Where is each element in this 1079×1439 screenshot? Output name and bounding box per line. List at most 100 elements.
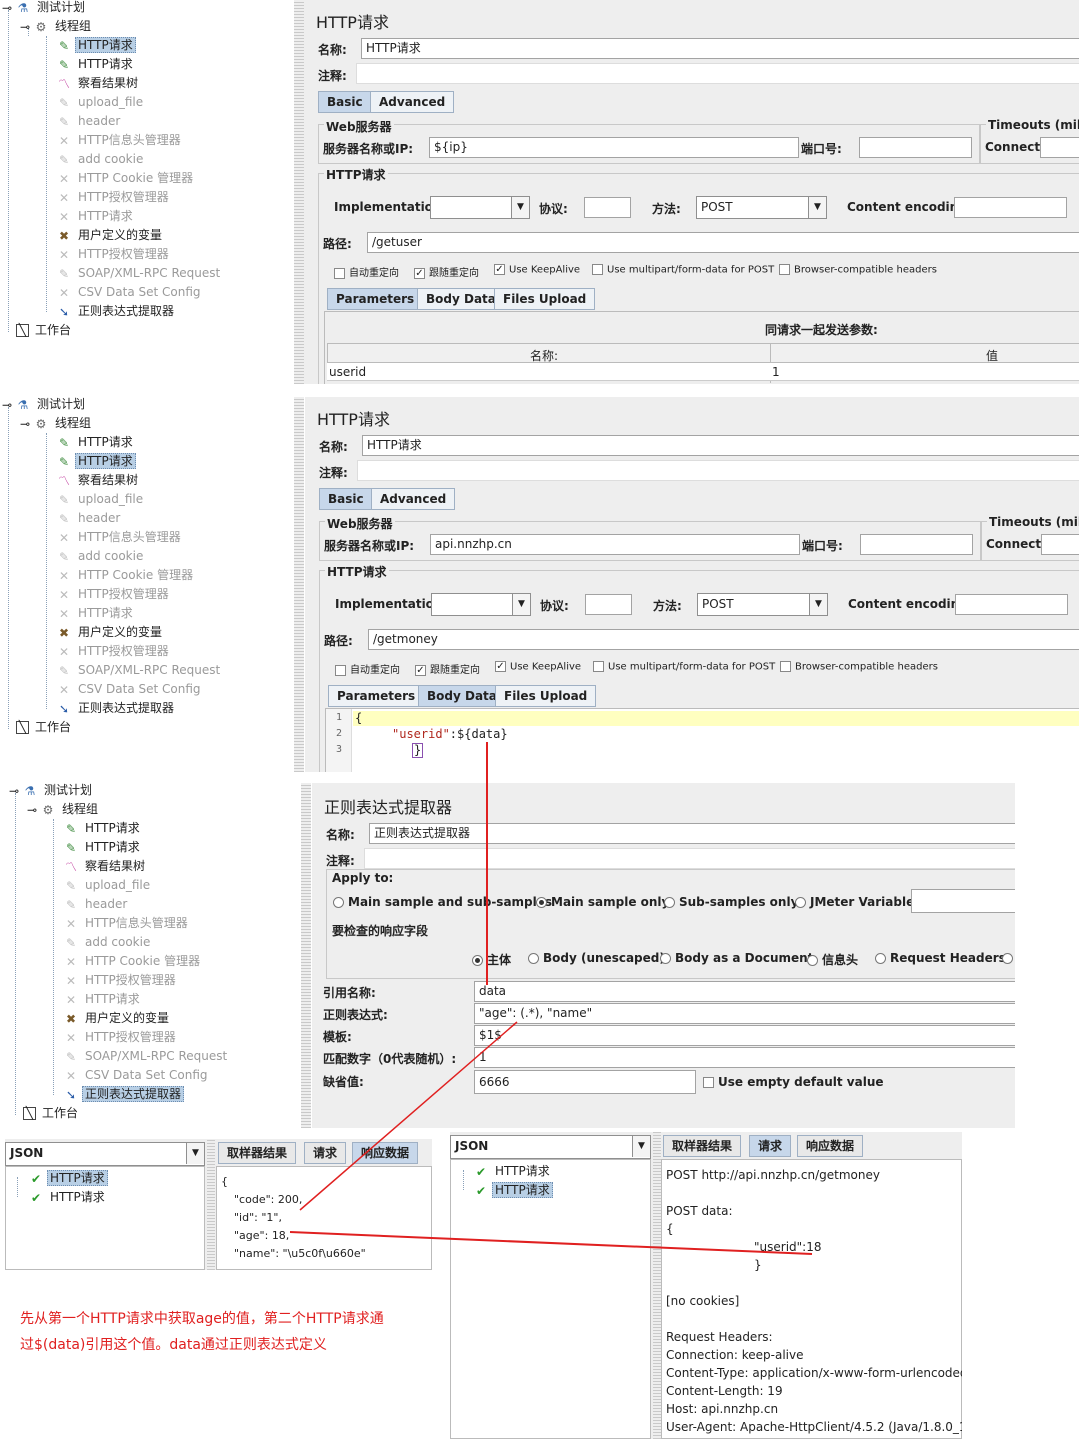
method-select[interactable]: POST ▼ bbox=[696, 196, 827, 219]
tree-node-auth-manager[interactable]: ✕ HTTP授权管理器 bbox=[56, 245, 172, 264]
tab-files-upload[interactable]: Files Upload bbox=[495, 685, 597, 707]
regex-field[interactable]: "age": (.*), "name" bbox=[474, 1003, 1015, 1024]
server-field[interactable]: ${ip} bbox=[429, 137, 799, 158]
tree-node-workbench[interactable]: ╲ 工作台 bbox=[16, 718, 74, 737]
protocol-field[interactable] bbox=[584, 197, 631, 218]
encoding-field[interactable] bbox=[955, 594, 1068, 615]
tree-node-add-cookie[interactable]: ✎ add cookie bbox=[63, 933, 153, 952]
body-data-editor[interactable]: 1 2 3 { "userid":${data} } bbox=[325, 708, 1079, 772]
server-field[interactable]: api.nnzhp.cn bbox=[430, 534, 800, 555]
tree-node-user-variables[interactable]: ✖ 用户定义的变量 bbox=[56, 623, 165, 642]
tab-body-data[interactable]: Body Data bbox=[417, 288, 505, 310]
tree-node-regex-extractor[interactable]: ➘ 正则表达式提取器 bbox=[56, 302, 177, 321]
tree-node-thread-group[interactable]: ⊸ ⚙ 线程组 bbox=[20, 17, 94, 36]
tree-node-test-plan[interactable]: ⊸ ⚗ 测试计划 bbox=[9, 781, 95, 800]
tree-node-thread-group[interactable]: ⊸ ⚙ 线程组 bbox=[20, 414, 94, 433]
tree-node-auth-manager[interactable]: ✕ HTTP授权管理器 bbox=[56, 188, 172, 207]
sample-item[interactable]: ✔ HTTP请求 bbox=[473, 1181, 553, 1200]
tree-node-view-results-tree[interactable]: 〽察看结果树 bbox=[63, 857, 148, 876]
radio-main-only[interactable]: Main sample only bbox=[536, 895, 669, 909]
method-select[interactable]: POST ▼ bbox=[697, 593, 828, 616]
tree-node-test-plan[interactable]: ⊸ ⚗ 测试计划 bbox=[2, 395, 88, 414]
expand-toggle-icon[interactable]: ⊸ bbox=[20, 417, 30, 431]
tree-node-http-request[interactable]: ✎ HTTP请求 bbox=[56, 452, 136, 471]
tree-node-view-results-tree[interactable]: 〽察看结果树 bbox=[56, 74, 141, 93]
tree-node-user-variables[interactable]: ✖ 用户定义的变量 bbox=[56, 226, 165, 245]
tree-node-workbench[interactable]: ╲ 工作台 bbox=[23, 1104, 81, 1123]
path-field[interactable]: /getuser bbox=[367, 232, 1079, 253]
port-field[interactable] bbox=[859, 137, 972, 158]
splitter[interactable] bbox=[301, 783, 311, 1128]
tree-node-add-cookie[interactable]: ✎ add cookie bbox=[56, 150, 146, 169]
tree-node-soap-request[interactable]: ✎ SOAP/XML-RPC Request bbox=[56, 264, 223, 283]
sample-item[interactable]: ✔ HTTP请求 bbox=[28, 1188, 108, 1207]
radio-sub-only[interactable]: Sub-samples only bbox=[664, 895, 798, 909]
comment-field[interactable] bbox=[364, 848, 1015, 869]
tree-node-upload-file[interactable]: ✎ upload_file bbox=[56, 490, 146, 509]
tree-node-csv-config[interactable]: ✕ CSV Data Set Config bbox=[63, 1066, 211, 1085]
tree-node-header-manager[interactable]: ✕ HTTP信息头管理器 bbox=[63, 914, 191, 933]
tree-node-upload-file[interactable]: ✎ upload_file bbox=[63, 876, 153, 895]
tree-node-regex-extractor[interactable]: ➘ 正则表达式提取器 bbox=[63, 1085, 185, 1104]
radio-main-and-sub[interactable]: Main sample and sub-samples bbox=[333, 895, 552, 909]
tree-node-header[interactable]: ✎ header bbox=[63, 895, 130, 914]
tree-node-header-manager[interactable]: ✕ HTTP信息头管理器 bbox=[56, 528, 184, 547]
tab-basic[interactable]: Basic bbox=[319, 488, 373, 510]
tab-sampler-result[interactable]: 取样器结果 bbox=[218, 1142, 297, 1164]
tree-node-auth-manager[interactable]: ✕ HTTP授权管理器 bbox=[63, 971, 179, 990]
comment-field[interactable] bbox=[357, 460, 1079, 481]
tab-files-upload[interactable]: Files Upload bbox=[494, 288, 596, 310]
check-auto-redirect[interactable]: 自动重定向 bbox=[334, 264, 399, 279]
tree-node-upload-file[interactable]: ✎ upload_file bbox=[56, 93, 146, 112]
tree-node-cookie-manager[interactable]: ✕ HTTP Cookie 管理器 bbox=[63, 952, 203, 971]
renderer-select[interactable]: JSON ▼ bbox=[5, 1142, 205, 1166]
tab-basic[interactable]: Basic bbox=[318, 91, 372, 113]
tab-response-data[interactable]: 响应数据 bbox=[797, 1135, 864, 1157]
param-value-cell[interactable]: 1 bbox=[772, 365, 780, 379]
radio-body-unescaped[interactable]: Body (unescaped) bbox=[528, 951, 665, 965]
tree-node-http-request[interactable]: ✎ HTTP请求 bbox=[63, 838, 143, 857]
check-multipart[interactable]: Use multipart/form-data for POST bbox=[593, 661, 775, 673]
tree-node-user-variables[interactable]: ✖ 用户定义的变量 bbox=[63, 1009, 172, 1028]
radio-jmeter-variable[interactable]: JMeter Variable bbox=[795, 895, 914, 909]
connect-field[interactable] bbox=[1040, 137, 1079, 158]
port-field[interactable] bbox=[860, 534, 973, 555]
splitter[interactable] bbox=[294, 397, 304, 772]
expand-toggle-icon[interactable]: ⊸ bbox=[2, 1, 12, 15]
check-follow-redirect[interactable]: ✓ 跟随重定向 bbox=[414, 264, 479, 279]
sample-item[interactable]: ✔ HTTP请求 bbox=[473, 1162, 553, 1181]
expand-toggle-icon[interactable]: ⊸ bbox=[20, 20, 30, 34]
tree-node-http-request[interactable]: ✕ HTTP请求 bbox=[63, 990, 143, 1009]
connect-field[interactable] bbox=[1041, 534, 1079, 555]
tab-sampler-result[interactable]: 取样器结果 bbox=[663, 1135, 742, 1157]
tree-node-csv-config[interactable]: ✕ CSV Data Set Config bbox=[56, 283, 204, 302]
comment-field[interactable] bbox=[356, 63, 1079, 84]
check-multipart[interactable]: Use multipart/form-data for POST bbox=[592, 264, 774, 276]
tree-node-http-request[interactable]: ✕ HTTP请求 bbox=[56, 604, 136, 623]
splitter[interactable] bbox=[294, 0, 304, 384]
tree-node-cookie-manager[interactable]: ✕ HTTP Cookie 管理器 bbox=[56, 566, 196, 585]
tree-node-http-request[interactable]: ✕ HTTP请求 bbox=[56, 207, 136, 226]
match-no-field[interactable]: 1 bbox=[474, 1047, 1015, 1068]
tree-node-workbench[interactable]: ╲ 工作台 bbox=[16, 321, 74, 340]
jmeter-variable-field[interactable] bbox=[911, 889, 1015, 913]
tree-node-soap-request[interactable]: ✎ SOAP/XML-RPC Request bbox=[63, 1047, 230, 1066]
tree-node-soap-request[interactable]: ✎ SOAP/XML-RPC Request bbox=[56, 661, 223, 680]
radio-body[interactable]: 主体 bbox=[472, 951, 511, 968]
tree-node-auth-manager[interactable]: ✕ HTTP授权管理器 bbox=[63, 1028, 179, 1047]
template-field[interactable]: $1$ bbox=[474, 1025, 1015, 1046]
tab-advanced[interactable]: Advanced bbox=[370, 91, 455, 113]
tree-node-auth-manager[interactable]: ✕ HTTP授权管理器 bbox=[56, 585, 172, 604]
tree-node-header[interactable]: ✎ header bbox=[56, 112, 123, 131]
tree-node-http-request[interactable]: ✎ HTTP请求 bbox=[56, 433, 136, 452]
tree-node-csv-config[interactable]: ✕ CSV Data Set Config bbox=[56, 680, 204, 699]
tree-node-header-manager[interactable]: ✕ HTTP信息头管理器 bbox=[56, 131, 184, 150]
tree-node-auth-manager[interactable]: ✕ HTTP授权管理器 bbox=[56, 642, 172, 661]
tree-node-view-results-tree[interactable]: 〽察看结果树 bbox=[56, 471, 141, 490]
check-browser-headers[interactable]: Browser-compatible headers bbox=[779, 264, 937, 276]
param-name-cell[interactable]: userid bbox=[329, 365, 366, 379]
default-value-field[interactable]: 6666 bbox=[474, 1070, 696, 1094]
name-field[interactable]: HTTP请求 bbox=[362, 435, 1079, 456]
expand-toggle-icon[interactable]: ⊸ bbox=[2, 398, 12, 412]
tree-node-http-request[interactable]: ✎ HTTP请求 bbox=[56, 36, 136, 55]
